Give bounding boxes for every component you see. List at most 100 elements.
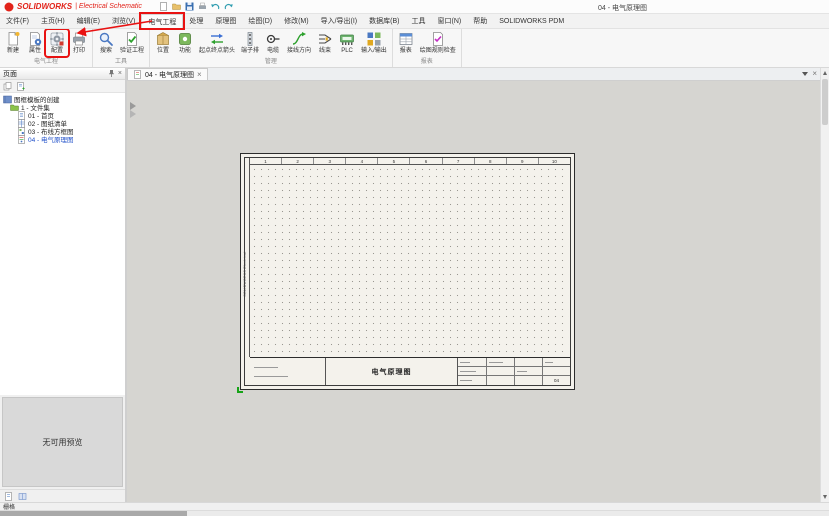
menu-tab-schematic[interactable]: 原理图 [209, 14, 242, 28]
preview-panel: 无可用预览 [2, 397, 123, 487]
inputs-outputs-icon [367, 32, 381, 46]
redo-icon[interactable] [224, 2, 233, 11]
new-button[interactable]: 新建 [2, 30, 24, 56]
properties-icon [30, 32, 42, 46]
cable-button[interactable]: 电缆 [262, 30, 284, 56]
titlebar: SOLIDWORKS | Electrical Schematic 04 - 电… [0, 0, 829, 14]
button-label: 配置 [50, 48, 63, 54]
scroll-down-icon[interactable] [823, 495, 827, 499]
search-button[interactable]: 搜索 [95, 30, 117, 56]
ribbon-group-label: 报表 [420, 59, 433, 65]
column-label: 3 [314, 158, 347, 164]
drawing-sheet[interactable]: SOLIDWORKS Electrical 1 2 3 4 5 6 7 8 9 … [240, 153, 575, 390]
pages-tab-icon[interactable] [4, 491, 13, 501]
page-properties-icon[interactable] [16, 81, 25, 91]
button-label: 位置 [157, 48, 170, 54]
title-block-cell [458, 367, 486, 376]
menu-tab-modify[interactable]: 修改(M) [278, 14, 315, 28]
horizontal-scroll-thumb[interactable] [0, 511, 187, 516]
pin-icon[interactable] [107, 69, 116, 78]
ribbon-group-label: 电气工程 [33, 59, 58, 65]
pages-panel-header: 页面 × [0, 68, 125, 80]
drawing-canvas[interactable]: SOLIDWORKS Electrical 1 2 3 4 5 6 7 8 9 … [127, 81, 820, 502]
print-icon[interactable] [198, 2, 207, 11]
ribbon-group-electrical-project: 新建 属性 配置 打印 电气工程 [0, 29, 93, 67]
inputs-outputs-button[interactable]: 输入/输出 [358, 30, 390, 56]
sheet-column-ruler: 1 2 3 4 5 6 7 8 9 10 [250, 158, 570, 165]
components-tab-icon[interactable] [18, 492, 27, 501]
menu-tab-edit[interactable]: 编辑(E) [71, 14, 106, 28]
harness-button[interactable]: 线束 [314, 30, 336, 56]
plc-button[interactable]: PLC [336, 30, 358, 56]
vertical-scrollbar[interactable] [820, 68, 829, 502]
menu-tab-home[interactable]: 主页(H) [35, 14, 71, 28]
button-label: 功能 [179, 48, 192, 54]
cable-icon [266, 34, 280, 44]
reports-button[interactable]: 报表 [395, 30, 417, 56]
drawing-rule-check-button[interactable]: 绘图规则检查 [417, 30, 459, 56]
menu-tab-file[interactable]: 文件(F) [0, 14, 35, 28]
menu-tab-view[interactable]: 浏览(V) [106, 14, 141, 28]
menu-tab-process[interactable]: 处理 [183, 14, 209, 28]
tree-item-label: 04 - 电气原理图 [28, 137, 74, 144]
new-icon[interactable] [159, 2, 168, 11]
column-label: 5 [378, 158, 411, 164]
ribbon-group-label: 工具 [115, 59, 128, 65]
tabbar-controls: × [799, 68, 820, 80]
properties-button[interactable]: 属性 [24, 30, 46, 56]
validate-project-button[interactable]: 验证工程 [117, 30, 147, 56]
column-label: 7 [443, 158, 475, 164]
quick-access-toolbar [159, 2, 233, 11]
terminal-strip-button[interactable]: 端子排 [238, 30, 262, 56]
open-icon[interactable] [172, 2, 181, 11]
undo-icon[interactable] [211, 2, 220, 11]
tab-close-icon[interactable]: × [197, 70, 202, 79]
menu-tab-tools[interactable]: 工具 [405, 14, 431, 28]
menu-tab-import-export[interactable]: 导入/导出(I) [315, 14, 364, 28]
horizontal-scrollbar[interactable] [0, 510, 829, 516]
scroll-up-icon[interactable] [823, 71, 827, 75]
menu-tab-window[interactable]: 窗口(N) [431, 14, 467, 28]
search-icon [99, 32, 113, 46]
plc-icon [340, 34, 354, 45]
vertical-scroll-thumb[interactable] [822, 79, 828, 125]
page-list-icon[interactable] [3, 81, 12, 91]
button-label: 输入/输出 [361, 48, 387, 54]
menu-tab-help[interactable]: 帮助 [467, 14, 493, 28]
save-icon[interactable] [185, 2, 194, 11]
button-label: PLC [341, 48, 353, 54]
brand-suffix: | Electrical Schematic [75, 3, 142, 10]
sheet-grid[interactable] [251, 166, 569, 356]
wiring-direction-button[interactable]: 接线方向 [284, 30, 314, 56]
button-label: 端子排 [241, 48, 260, 54]
origin-destination-arrow-button[interactable]: 起点终点箭头 [196, 30, 238, 56]
print-button[interactable]: 打印 [68, 30, 90, 56]
tab-list-icon[interactable] [802, 72, 809, 76]
menu-tab-solidworks-pdm[interactable]: SOLIDWORKS PDM [493, 14, 570, 28]
configurations-button[interactable]: 配置 [46, 30, 68, 56]
menu-tab-electrical-project[interactable]: 电气工程 [141, 14, 184, 28]
close-document-icon[interactable]: × [812, 70, 817, 78]
location-button[interactable]: 位置 [152, 30, 174, 56]
wiring-direction-icon [292, 32, 307, 45]
terminal-strip-icon [247, 32, 253, 46]
tree-item-page-04[interactable]: 04 - 电气原理图 [0, 134, 125, 144]
brand-name: SOLIDWORKS [17, 1, 73, 11]
panel-close-icon[interactable]: × [118, 70, 122, 77]
button-label: 打印 [72, 48, 85, 54]
title-block-cell [542, 367, 570, 376]
title-block-cell [514, 376, 542, 385]
title-block-cell [514, 358, 542, 367]
function-button[interactable]: 功能 [174, 30, 196, 56]
menu-tab-database[interactable]: 数据库(B) [363, 14, 405, 28]
reports-icon [399, 33, 413, 45]
pages-tree: 图框模板的创建 1 - 文件集 01 - 首页 02 - 图纸清单 03 - 布… [0, 93, 125, 395]
button-label: 属性 [28, 48, 41, 54]
document-tab-active[interactable]: 04 - 电气原理图 × [127, 68, 208, 80]
title-block-cell [458, 358, 486, 367]
origin-destination-arrow-icon [211, 33, 224, 45]
pages-panel: 页面 × 图框模板的创建 1 - 文件集 01 - 首页 02 - 图纸清单 0… [0, 68, 126, 502]
menu-tab-draw[interactable]: 绘图(D) [242, 14, 278, 28]
ruler-origin-icon [130, 102, 136, 118]
ribbon: 新建 属性 配置 打印 电气工程 搜索 验证工程 工具 位置 功能 起点终点箭头… [0, 29, 829, 68]
